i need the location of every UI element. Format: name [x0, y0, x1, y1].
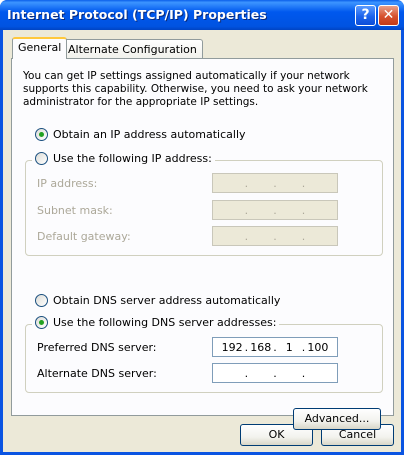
default-gateway-field: . . . — [212, 226, 338, 246]
tab-alternate-configuration[interactable]: Alternate Configuration — [62, 39, 203, 59]
ip-address-label: IP address: — [37, 177, 98, 190]
ip-manual-radio[interactable] — [35, 152, 48, 165]
tab-general[interactable]: General — [12, 37, 68, 59]
help-button[interactable]: ? — [355, 5, 376, 26]
default-gateway-label: Default gateway: — [37, 230, 131, 243]
ip-manual-label: Use the following IP address: — [53, 152, 212, 165]
ip-auto-label: Obtain an IP address automatically — [53, 128, 246, 141]
dns-auto-label: Obtain DNS server address automatically — [53, 294, 281, 307]
dns-manual-label: Use the following DNS server addresses: — [53, 316, 277, 329]
dns-auto-option[interactable]: Obtain DNS server address automatically — [35, 294, 280, 307]
advanced-button[interactable]: Advanced... — [293, 408, 381, 430]
close-button[interactable]: ✕ — [378, 5, 399, 26]
alternate-dns-field[interactable]: . . . — [212, 363, 338, 383]
ip-auto-radio[interactable] — [35, 128, 48, 141]
dns-manual-option[interactable]: Use the following DNS server addresses: — [32, 316, 280, 329]
preferred-dns-field[interactable]: 192. 168. 1. 100 — [212, 337, 338, 357]
subnet-mask-label: Subnet mask: — [37, 204, 113, 217]
dns-auto-radio[interactable] — [35, 294, 48, 307]
title-bar[interactable]: Internet Protocol (TCP/IP) Properties ? … — [0, 0, 404, 30]
ip-auto-option[interactable]: Obtain an IP address automatically — [35, 128, 246, 141]
dialog-window: Internet Protocol (TCP/IP) Properties ? … — [0, 0, 404, 455]
dns-manual-radio[interactable] — [35, 316, 48, 329]
dialog-client: General Alternate Configuration You can … — [3, 30, 401, 452]
preferred-dns-label: Preferred DNS server: — [37, 341, 157, 354]
window-title: Internet Protocol (TCP/IP) Properties — [7, 7, 267, 22]
ip-address-field: . . . — [212, 173, 338, 193]
alternate-dns-label: Alternate DNS server: — [37, 367, 157, 380]
subnet-mask-field: . . . — [212, 200, 338, 220]
tab-panel-general: You can get IP settings assigned automat… — [11, 58, 394, 430]
intro-text: You can get IP settings assigned automat… — [23, 70, 368, 108]
ip-manual-option[interactable]: Use the following IP address: — [32, 152, 215, 165]
